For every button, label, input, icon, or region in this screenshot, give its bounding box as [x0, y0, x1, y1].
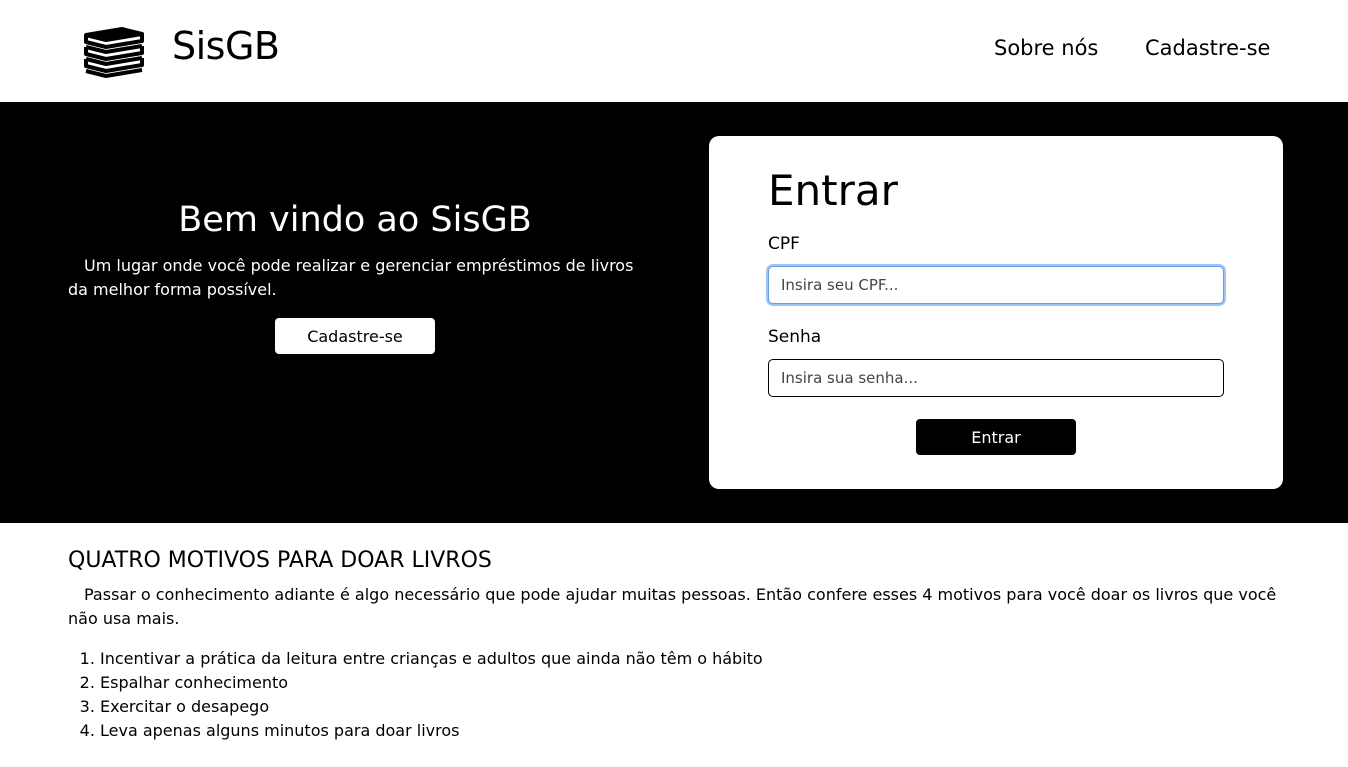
cpf-input[interactable] — [768, 266, 1224, 304]
password-input[interactable] — [768, 359, 1224, 397]
hero-title: Bem vindo ao SisGB — [178, 200, 532, 240]
cpf-label: CPF — [768, 234, 800, 254]
hero-signup-button[interactable]: Cadastre-se — [275, 318, 435, 354]
hero-section: Bem vindo ao SisGB Um lugar onde você po… — [0, 102, 1348, 523]
login-card: Entrar CPF Senha Entrar — [709, 136, 1283, 489]
list-item: Exercitar o desapego — [100, 695, 1288, 719]
login-title: Entrar — [768, 166, 898, 215]
books-stack-icon[interactable] — [82, 25, 146, 79]
nav-signup-link[interactable]: Cadastre-se — [1145, 36, 1270, 60]
nav-about-link[interactable]: Sobre nós — [994, 36, 1098, 60]
donation-reasons-section: QUATRO MOTIVOS PARA DOAR LIVROS Passar o… — [68, 548, 1288, 743]
top-navbar: SisGB Sobre nós Cadastre-se — [0, 0, 1348, 102]
brand-name[interactable]: SisGB — [172, 24, 280, 68]
login-button[interactable]: Entrar — [916, 419, 1076, 455]
list-item: Leva apenas alguns minutos para doar liv… — [100, 719, 1288, 743]
section-heading: QUATRO MOTIVOS PARA DOAR LIVROS — [68, 548, 492, 573]
hero-description: Um lugar onde você pode realizar e geren… — [68, 256, 634, 299]
list-item: Incentivar a prática da leitura entre cr… — [100, 647, 1288, 671]
reasons-list: Incentivar a prática da leitura entre cr… — [68, 647, 1288, 743]
section-intro: Passar o conhecimento adiante é algo nec… — [68, 585, 1277, 628]
password-label: Senha — [768, 327, 822, 347]
list-item: Espalhar conhecimento — [100, 671, 1288, 695]
